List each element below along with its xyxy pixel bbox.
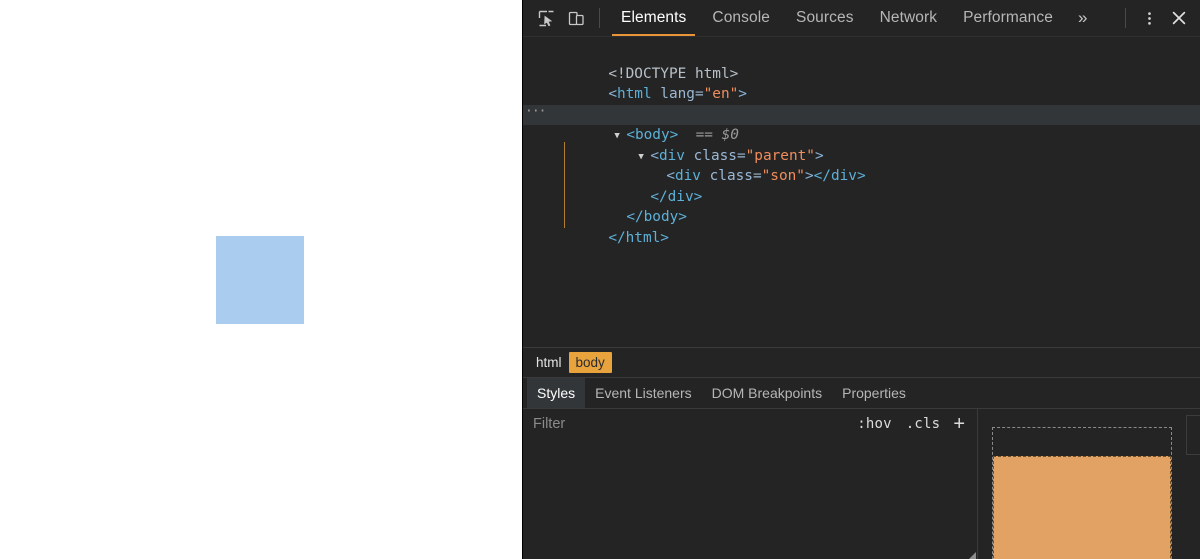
tab-elements[interactable]: Elements — [608, 0, 699, 36]
box-model-margin-area[interactable] — [993, 456, 1171, 559]
tab-event-listeners[interactable]: Event Listeners — [585, 378, 702, 408]
devtools-toolbar: Elements Console Sources Network Perform… — [523, 0, 1200, 37]
hov-toggle-button[interactable]: :hov — [850, 416, 899, 432]
breadcrumb-item-body-label: body — [575, 355, 605, 371]
devtools-main-tabs: Elements Console Sources Network Perform… — [608, 0, 1117, 36]
tabs-overflow-label: » — [1077, 8, 1088, 27]
dom-line-parent-close[interactable]: </div> — [523, 166, 1200, 205]
box-model-diagram[interactable] — [992, 427, 1172, 559]
tab-console-label: Console — [712, 9, 770, 26]
dom-line-body-open[interactable]: ▼<body> == $0 — [523, 102, 1200, 143]
dom-line-head[interactable]: ▶<head>…</head> — [523, 84, 1200, 123]
inspect-element-icon[interactable] — [531, 9, 561, 28]
dom-line-html-open[interactable]: <html lang="en"> — [523, 64, 1200, 102]
dom-line-body-close[interactable]: </body> — [523, 187, 1200, 225]
tab-properties[interactable]: Properties — [832, 378, 916, 408]
toolbar-left-group — [523, 0, 608, 36]
tabs-overflow-icon[interactable]: » — [1066, 0, 1100, 36]
dom-line-html-close[interactable]: </html> — [523, 207, 1200, 246]
tab-dom-breakpoints-label: DOM Breakpoints — [711, 385, 823, 402]
tab-styles[interactable]: Styles — [527, 378, 586, 409]
toolbar-divider — [599, 8, 600, 28]
dom-line-parent-open[interactable]: ▼ <div class="parent"> — [523, 125, 1200, 164]
kebab-menu-icon[interactable] — [1134, 10, 1164, 27]
breadcrumb-item-html[interactable]: html — [529, 352, 569, 373]
styles-rules-pane: Filter :hov .cls + — [523, 409, 978, 559]
pane-resize-handle[interactable] — [969, 552, 976, 559]
styles-filter-row: Filter :hov .cls + — [523, 409, 977, 439]
son-div-blue-square[interactable] — [216, 236, 304, 324]
tab-dom-breakpoints[interactable]: DOM Breakpoints — [702, 378, 832, 408]
hov-toggle-label: :hov — [857, 416, 892, 433]
tab-network-label: Network — [879, 9, 938, 26]
dom-line-son[interactable]: <div class="son"></div> — [523, 146, 1200, 184]
html-closing-tag: </html> — [608, 229, 669, 246]
tab-properties-label: Properties — [842, 385, 906, 402]
tab-performance-label: Performance — [963, 9, 1053, 26]
dom-tree[interactable]: <!DOCTYPE html> <html lang="en"> ▶<head>… — [523, 37, 1200, 348]
new-style-rule-button[interactable]: + — [947, 414, 971, 434]
tab-console[interactable]: Console — [699, 0, 783, 36]
tab-sources-label: Sources — [796, 9, 854, 26]
close-icon[interactable] — [1164, 9, 1194, 27]
styles-filter-input[interactable]: Filter — [533, 416, 850, 432]
devtools-screenshot-root: Elements Console Sources Network Perform… — [0, 0, 1200, 559]
toolbar-divider-right — [1125, 8, 1126, 28]
tab-styles-label: Styles — [537, 385, 576, 402]
breadcrumb-item-body[interactable]: body — [568, 352, 612, 374]
computed-pane-header-box — [1186, 415, 1200, 456]
devtools-panel: Elements Console Sources Network Perform… — [522, 0, 1200, 559]
tab-elements-label: Elements — [621, 9, 687, 26]
toolbar-right-group — [1117, 0, 1200, 36]
tab-network[interactable]: Network — [867, 0, 951, 36]
dom-line-doctype[interactable]: <!DOCTYPE html> — [523, 43, 1200, 82]
cls-toggle-label: .cls — [905, 416, 941, 433]
cls-toggle-button[interactable]: .cls — [899, 416, 948, 432]
breadcrumb: html body — [523, 347, 1200, 378]
computed-box-model-pane — [978, 409, 1200, 559]
tab-performance[interactable]: Performance — [950, 0, 1066, 36]
device-toolbar-icon[interactable] — [561, 9, 591, 28]
tab-sources[interactable]: Sources — [783, 0, 867, 36]
tab-event-listeners-label: Event Listeners — [595, 385, 692, 402]
styles-pane: Filter :hov .cls + — [523, 408, 1200, 559]
styles-sidebar-tabs: Styles Event Listeners DOM Breakpoints P… — [523, 377, 1200, 409]
new-style-rule-label: + — [953, 413, 965, 436]
breadcrumb-item-html-label: html — [536, 355, 562, 371]
page-viewport — [0, 0, 522, 559]
